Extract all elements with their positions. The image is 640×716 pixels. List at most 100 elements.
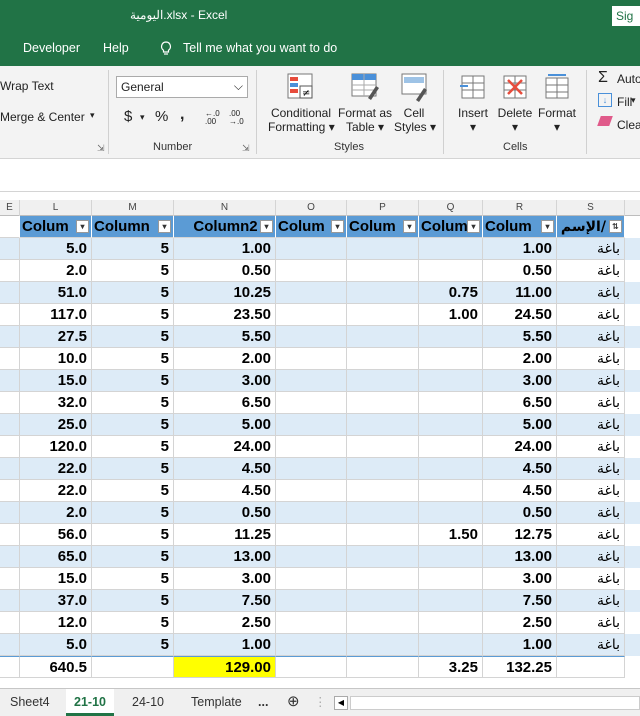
cell-e[interactable] [0, 568, 20, 590]
column-header-l[interactable]: L [20, 200, 92, 216]
cell-q[interactable]: 0.75 [419, 282, 483, 304]
cell-n[interactable]: 1.00 [174, 238, 276, 260]
cell-styles-button[interactable]: Cell Styles ▾ [394, 106, 436, 134]
cell-o[interactable] [276, 238, 347, 260]
header-cell-q[interactable]: Colum ▾ [419, 216, 483, 238]
cell-s[interactable]: باغة [557, 524, 625, 546]
cell-l[interactable]: 37.0 [20, 590, 92, 612]
cell-q[interactable] [419, 612, 483, 634]
cell-m[interactable]: 5 [92, 502, 174, 524]
cell-n[interactable]: 2.00 [174, 348, 276, 370]
cell-m[interactable]: 5 [92, 238, 174, 260]
cell-p[interactable] [347, 546, 419, 568]
cell-p[interactable] [347, 370, 419, 392]
clear-button[interactable]: Clea [617, 118, 640, 132]
cell-e[interactable] [0, 392, 20, 414]
cell-m[interactable]: 5 [92, 436, 174, 458]
format-button[interactable]: Format ▾ [537, 106, 577, 134]
cell-e[interactable] [0, 634, 20, 656]
cell-n[interactable]: 0.50 [174, 502, 276, 524]
cell-o[interactable] [276, 260, 347, 282]
total-cell-r[interactable]: 132.25 [483, 656, 557, 678]
cell-r[interactable]: 3.00 [483, 370, 557, 392]
cell-q[interactable] [419, 568, 483, 590]
cell-o[interactable] [276, 458, 347, 480]
cell-s[interactable]: باغة [557, 370, 625, 392]
cell-p[interactable] [347, 414, 419, 436]
autosum-button[interactable]: Auto [617, 72, 640, 86]
cell-m[interactable]: 5 [92, 414, 174, 436]
tab-split-handle[interactable]: ⋮ [306, 689, 335, 716]
cell-n[interactable]: 3.00 [174, 568, 276, 590]
cell-q[interactable] [419, 480, 483, 502]
total-cell-q[interactable]: 3.25 [419, 656, 483, 678]
total-cell-s[interactable] [557, 656, 625, 678]
cell-r[interactable]: 6.50 [483, 392, 557, 414]
cell-o[interactable] [276, 392, 347, 414]
cell-e[interactable] [0, 480, 20, 502]
cell-s[interactable]: باغة [557, 392, 625, 414]
fill-dropdown-icon[interactable]: ▾ [631, 95, 636, 106]
cell-m[interactable]: 5 [92, 348, 174, 370]
column-header-r[interactable]: R [483, 200, 557, 216]
filter-dropdown-icon[interactable]: ▾ [403, 220, 416, 233]
cell-e[interactable] [0, 502, 20, 524]
cell-p[interactable] [347, 480, 419, 502]
sign-in-button[interactable]: Sig [612, 6, 640, 26]
add-sheet-icon[interactable]: ⊕ [279, 689, 308, 716]
cell-r[interactable]: 7.50 [483, 590, 557, 612]
sheet-tab-21-10[interactable]: 21-10 [66, 689, 114, 716]
header-cell-p[interactable]: Colum ▾ [347, 216, 419, 238]
cell-n[interactable]: 5.50 [174, 326, 276, 348]
cell-s[interactable]: باغة [557, 480, 625, 502]
cell-o[interactable] [276, 524, 347, 546]
cell-s[interactable]: باغة [557, 590, 625, 612]
tab-developer[interactable]: Developer [23, 41, 80, 55]
filter-dropdown-icon[interactable]: ▾ [331, 220, 344, 233]
cell-m[interactable]: 5 [92, 370, 174, 392]
cell-q[interactable] [419, 458, 483, 480]
total-cell-m[interactable] [92, 656, 174, 678]
merge-dropdown-icon[interactable]: ▾ [90, 110, 95, 121]
cell-n[interactable]: 4.50 [174, 458, 276, 480]
cell-q[interactable] [419, 370, 483, 392]
filter-dropdown-icon[interactable]: ▾ [541, 220, 554, 233]
currency-dropdown-icon[interactable]: ▾ [140, 112, 145, 123]
cell-p[interactable] [347, 392, 419, 414]
cell-l[interactable]: 117.0 [20, 304, 92, 326]
cell-n[interactable]: 2.50 [174, 612, 276, 634]
cell-m[interactable]: 5 [92, 546, 174, 568]
cell-e[interactable] [0, 546, 20, 568]
cell-o[interactable] [276, 546, 347, 568]
cell-p[interactable] [347, 458, 419, 480]
cell-o[interactable] [276, 282, 347, 304]
insert-button[interactable]: Insert ▾ [458, 106, 488, 134]
header-cell-r[interactable]: Colum ▾ [483, 216, 557, 238]
format-as-table-button[interactable]: Format as Table ▾ [336, 106, 394, 134]
cell-n[interactable]: 3.00 [174, 370, 276, 392]
cell-p[interactable] [347, 634, 419, 656]
cell-q[interactable] [419, 414, 483, 436]
cell-s[interactable]: باغة [557, 282, 625, 304]
cell-m[interactable]: 5 [92, 480, 174, 502]
cell-o[interactable] [276, 304, 347, 326]
merge-center-button[interactable]: Merge & Center [0, 110, 85, 124]
cell-e[interactable] [0, 436, 20, 458]
column-header-m[interactable]: M [92, 200, 174, 216]
cell-o[interactable] [276, 370, 347, 392]
cell-p[interactable] [347, 260, 419, 282]
cell-p[interactable] [347, 590, 419, 612]
cell-s[interactable]: باغة [557, 546, 625, 568]
cell-n[interactable]: 10.25 [174, 282, 276, 304]
scroll-left-icon[interactable]: ◀ [334, 696, 348, 710]
cell-m[interactable]: 5 [92, 590, 174, 612]
cell-l[interactable]: 10.0 [20, 348, 92, 370]
column-header-o[interactable]: O [276, 200, 347, 216]
cell-p[interactable] [347, 612, 419, 634]
cell-m[interactable]: 5 [92, 634, 174, 656]
cell-n[interactable]: 24.00 [174, 436, 276, 458]
cell-l[interactable]: 25.0 [20, 414, 92, 436]
cell-l[interactable]: 15.0 [20, 370, 92, 392]
cell-o[interactable] [276, 612, 347, 634]
cell-o[interactable] [276, 634, 347, 656]
